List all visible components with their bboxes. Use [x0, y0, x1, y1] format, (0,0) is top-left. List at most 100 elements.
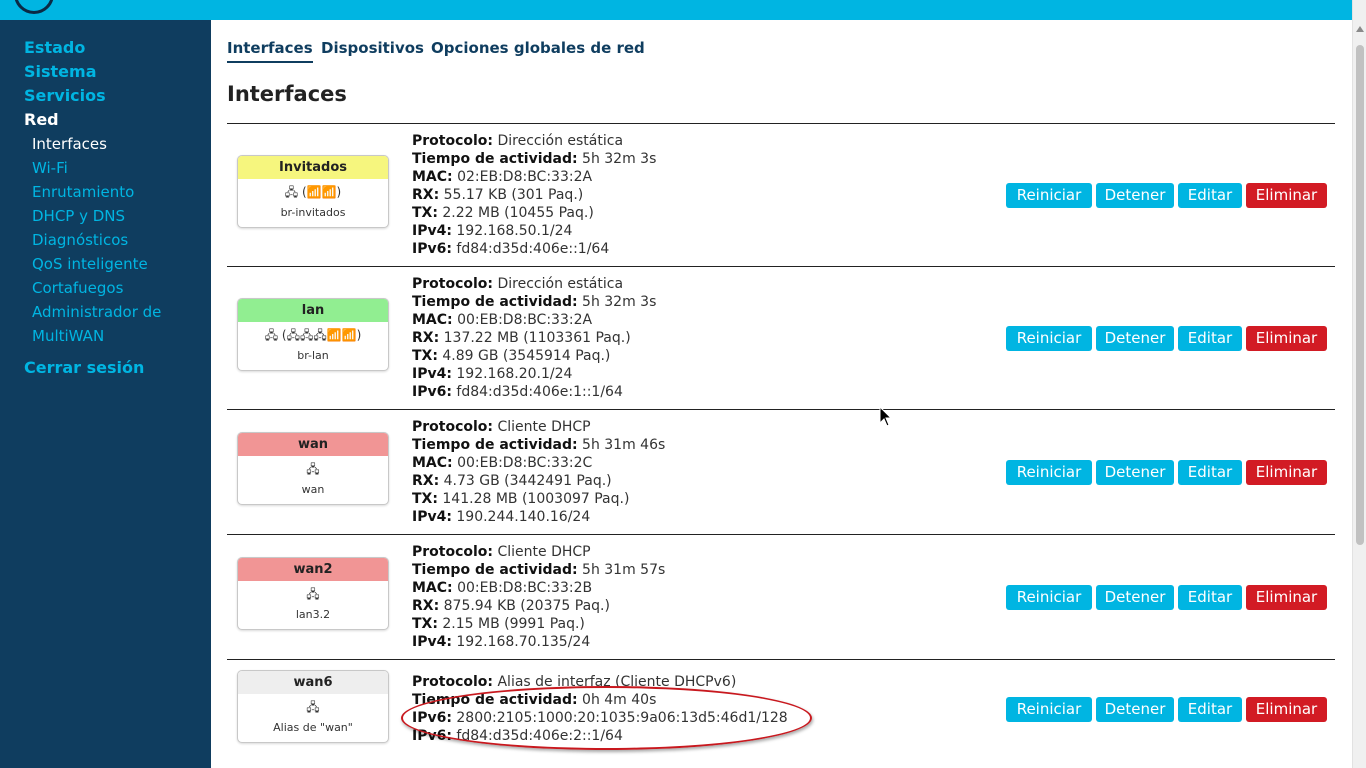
interface-name: lan — [238, 299, 388, 322]
interface-badge-wan6: wan6 🖧 Alias de "wan" — [237, 670, 389, 743]
delete-button[interactable]: Eliminar — [1246, 460, 1327, 485]
interface-name: Invitados — [238, 156, 388, 179]
info-line: Tiempo de actividad: 5h 32m 3s — [412, 150, 656, 168]
interface-badge-wan2: wan2 🖧 lan3.2 — [237, 557, 389, 630]
restart-button[interactable]: Reiniciar — [1006, 326, 1092, 351]
restart-button[interactable]: Reiniciar — [1006, 183, 1092, 208]
info-line: RX: 875.94 KB (20375 Paq.) — [412, 597, 665, 615]
sidebar-item-sistema[interactable]: Sistema — [24, 62, 97, 82]
logo-icon — [14, 0, 54, 14]
edit-button[interactable]: Editar — [1178, 183, 1242, 208]
info-line: MAC: 00:EB:D8:BC:33:2C — [412, 454, 665, 472]
stop-button[interactable]: Detener — [1096, 697, 1174, 722]
tab-interfaces[interactable]: Interfaces — [227, 38, 313, 63]
info-label: Tiempo de actividad: — [412, 437, 578, 453]
info-label: IPv4: — [412, 366, 452, 382]
info-value: 875.94 KB (20375 Paq.) — [439, 598, 610, 614]
interface-name: wan2 — [238, 558, 388, 581]
sidebar-subitem-administrador[interactable]: Administrador de — [32, 302, 161, 322]
info-line: Protocolo: Cliente DHCP — [412, 543, 665, 561]
edit-button[interactable]: Editar — [1178, 697, 1242, 722]
restart-button[interactable]: Reiniciar — [1006, 697, 1092, 722]
info-label: RX: — [412, 598, 440, 614]
info-line: Tiempo de actividad: 5h 32m 3s — [412, 293, 656, 311]
info-value: 4.73 GB (3442491 Paq.) — [439, 473, 612, 489]
info-label: Tiempo de actividad: — [412, 562, 578, 578]
stop-button[interactable]: Detener — [1096, 585, 1174, 610]
sidebar-subitem-wifi[interactable]: Wi-Fi — [32, 158, 68, 178]
sidebar-subitem-diagnosticos[interactable]: Diagnósticos — [32, 230, 128, 250]
info-label: Protocolo: — [412, 419, 494, 435]
info-line: Protocolo: Dirección estática — [412, 132, 656, 150]
sidebar-subitem-interfaces[interactable]: Interfaces — [32, 134, 107, 154]
info-value: 192.168.50.1/24 — [451, 223, 573, 239]
restart-button[interactable]: Reiniciar — [1006, 460, 1092, 485]
delete-button[interactable]: Eliminar — [1246, 697, 1327, 722]
info-line: Protocolo: Dirección estática — [412, 275, 656, 293]
network-port-icon: 🖧 (📶📶) — [284, 185, 342, 199]
interface-info: Protocolo: Cliente DHCP Tiempo de activid… — [412, 418, 665, 526]
logout-link[interactable]: Cerrar sesión — [24, 358, 144, 378]
sidebar: Estado Sistema Servicios Red Interfaces … — [0, 20, 211, 768]
info-label: IPv4: — [412, 634, 452, 650]
info-label: TX: — [412, 205, 438, 221]
info-line: Protocolo: Cliente DHCP — [412, 418, 665, 436]
network-port-icon: 🖧 — [306, 587, 320, 601]
info-label: MAC: — [412, 312, 453, 328]
interface-device: wan — [301, 483, 325, 496]
sidebar-subitem-enrutamiento[interactable]: Enrutamiento — [32, 182, 134, 202]
info-label: RX: — [412, 330, 440, 346]
info-label: IPv6: — [412, 384, 452, 400]
page-scrollbar[interactable] — [1352, 0, 1366, 768]
info-label: Protocolo: — [412, 674, 494, 690]
stop-button[interactable]: Detener — [1096, 183, 1174, 208]
interface-device: br-invitados — [280, 206, 346, 219]
interface-device: br-lan — [297, 349, 329, 362]
info-line: TX: 2.22 MB (10455 Paq.) — [412, 204, 656, 222]
info-label: Tiempo de actividad: — [412, 151, 578, 167]
stop-button[interactable]: Detener — [1096, 326, 1174, 351]
interface-name: wan6 — [238, 671, 388, 694]
info-line: IPv4: 192.168.50.1/24 — [412, 222, 656, 240]
sidebar-item-servicios[interactable]: Servicios — [24, 86, 106, 106]
sidebar-subitem-multiwan[interactable]: MultiWAN — [32, 326, 104, 346]
edit-button[interactable]: Editar — [1178, 585, 1242, 610]
interface-badge-wan: wan 🖧 wan — [237, 432, 389, 505]
delete-button[interactable]: Eliminar — [1246, 183, 1327, 208]
edit-button[interactable]: Editar — [1178, 460, 1242, 485]
info-value: 5h 31m 46s — [577, 437, 666, 453]
restart-button[interactable]: Reiniciar — [1006, 585, 1092, 610]
info-label: TX: — [412, 491, 438, 507]
info-value: 00:EB:D8:BC:33:2B — [452, 580, 593, 596]
interface-info: Protocolo: Dirección estática Tiempo de a… — [412, 132, 656, 258]
info-value: 141.28 MB (1003097 Paq.) — [437, 491, 630, 507]
sidebar-subitem-qos[interactable]: QoS inteligente — [32, 254, 148, 274]
info-label: Protocolo: — [412, 544, 494, 560]
interface-badge-lan: lan 🖧 (🖧🖧🖧📶📶) br-lan — [237, 298, 389, 371]
scroll-up-arrow-icon[interactable] — [1356, 26, 1364, 32]
sidebar-subitem-dhcp-dns[interactable]: DHCP y DNS — [32, 206, 125, 226]
interface-badge-invitados: Invitados 🖧 (📶📶) br-invitados — [237, 155, 389, 228]
divider — [227, 659, 1335, 660]
delete-button[interactable]: Eliminar — [1246, 585, 1327, 610]
info-label: TX: — [412, 348, 438, 364]
tab-dispositivos[interactable]: Dispositivos — [321, 38, 424, 58]
info-line: MAC: 02:EB:D8:BC:33:2A — [412, 168, 656, 186]
divider — [227, 266, 1335, 267]
tab-opciones-globales[interactable]: Opciones globales de red — [431, 38, 645, 58]
sidebar-item-red[interactable]: Red — [24, 110, 59, 130]
info-value: 2.15 MB (9991 Paq.) — [437, 616, 585, 632]
network-port-icon: 🖧 — [306, 462, 320, 476]
info-value: 192.168.20.1/24 — [451, 366, 573, 382]
info-value: 190.244.140.16/24 — [451, 509, 591, 525]
stop-button[interactable]: Detener — [1096, 460, 1174, 485]
sidebar-item-estado[interactable]: Estado — [24, 38, 85, 58]
edit-button[interactable]: Editar — [1178, 326, 1242, 351]
info-value: 137.22 MB (1103361 Paq.) — [439, 330, 631, 346]
info-line: RX: 55.17 KB (301 Paq.) — [412, 186, 656, 204]
info-line: Tiempo de actividad: 5h 31m 46s — [412, 436, 665, 454]
info-line: IPv4: 192.168.70.135/24 — [412, 633, 665, 651]
scrollbar-thumb[interactable] — [1356, 45, 1364, 545]
sidebar-subitem-cortafuegos[interactable]: Cortafuegos — [32, 278, 123, 298]
delete-button[interactable]: Eliminar — [1246, 326, 1327, 351]
